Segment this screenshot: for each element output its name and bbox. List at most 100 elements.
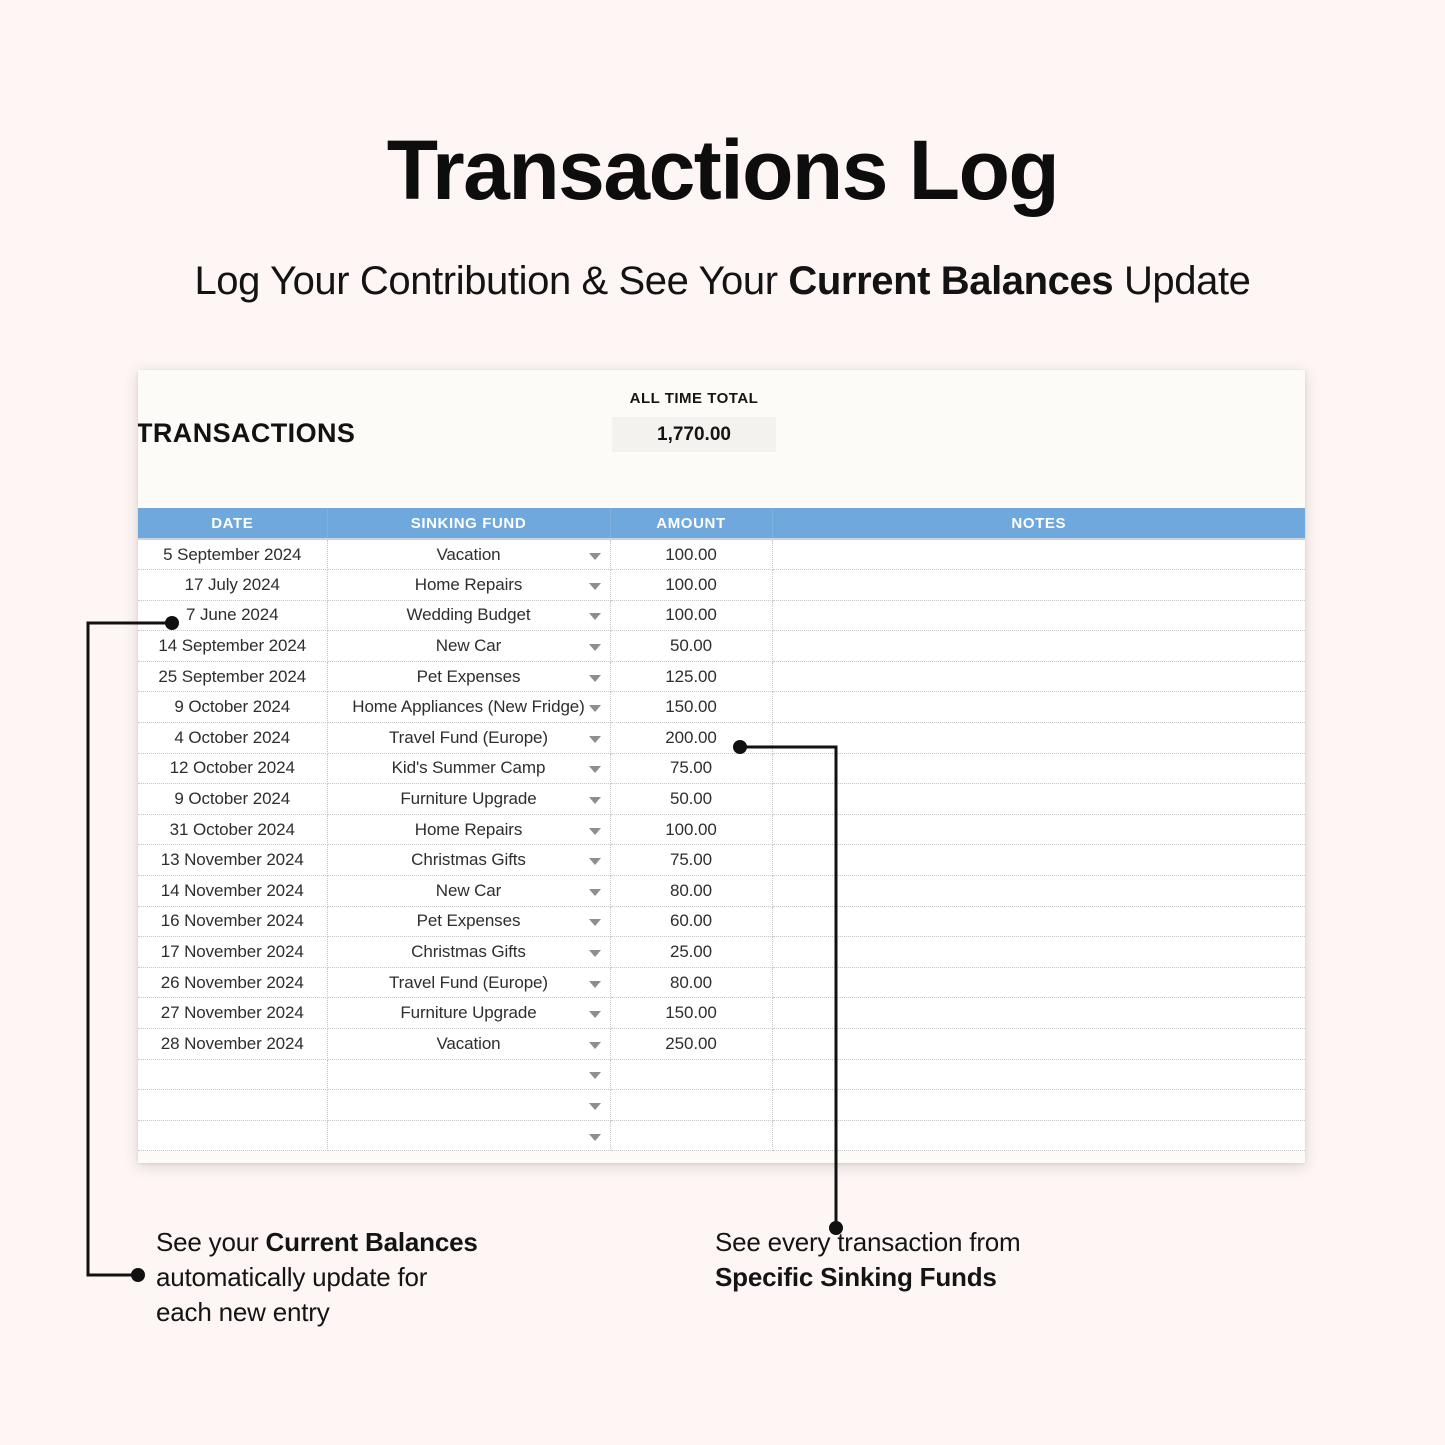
cell-date[interactable]: 14 November 2024 xyxy=(138,875,328,907)
cell-date[interactable]: 5 September 2024 xyxy=(138,538,328,571)
chevron-down-icon[interactable] xyxy=(588,858,601,866)
cell-sinking-fund[interactable]: Home Repairs xyxy=(327,569,611,601)
chevron-down-icon[interactable] xyxy=(588,797,601,805)
cell-notes[interactable] xyxy=(772,967,1305,999)
cell-sinking-fund[interactable]: Christmas Gifts xyxy=(327,936,611,968)
cell-date[interactable] xyxy=(138,1059,328,1091)
chevron-down-icon[interactable] xyxy=(588,1133,601,1141)
cell-date[interactable]: 27 November 2024 xyxy=(138,997,328,1029)
cell-amount[interactable]: 100.00 xyxy=(610,569,773,601)
chevron-down-icon[interactable] xyxy=(588,1011,601,1019)
chevron-down-icon[interactable] xyxy=(588,735,601,743)
chevron-down-icon[interactable] xyxy=(588,613,601,621)
cell-sinking-fund[interactable]: Furniture Upgrade xyxy=(327,783,611,815)
cell-amount[interactable]: 150.00 xyxy=(610,997,773,1029)
table-row[interactable]: 17 November 2024 Christmas Gifts 25.00 xyxy=(138,936,1305,968)
cell-notes[interactable] xyxy=(772,691,1305,724)
table-row[interactable]: 12 October 2024 Kid's Summer Camp 75.00 xyxy=(138,753,1305,785)
cell-date[interactable]: 26 November 2024 xyxy=(138,967,328,999)
cell-notes[interactable] xyxy=(772,722,1305,754)
cell-sinking-fund[interactable]: Christmas Gifts xyxy=(327,844,611,877)
cell-sinking-fund[interactable]: New Car xyxy=(327,630,611,662)
table-row[interactable]: 7 June 2024 Wedding Budget 100.00 xyxy=(138,600,1305,632)
cell-amount[interactable] xyxy=(610,1089,773,1121)
table-row[interactable]: 31 October 2024 Home Repairs 100.00 xyxy=(138,814,1305,846)
chevron-down-icon[interactable] xyxy=(588,1041,601,1049)
chevron-down-icon[interactable] xyxy=(588,827,601,835)
table-row[interactable]: 14 November 2024 New Car 80.00 xyxy=(138,875,1305,907)
table-row[interactable]: 26 November 2024 Travel Fund (Europe) 80.0… xyxy=(138,967,1305,999)
chevron-down-icon[interactable] xyxy=(588,582,601,590)
table-row[interactable]: 14 September 2024 New Car 50.00 xyxy=(138,630,1305,662)
cell-amount[interactable]: 100.00 xyxy=(610,538,773,571)
cell-notes[interactable] xyxy=(772,569,1305,601)
cell-date[interactable]: 25 September 2024 xyxy=(138,661,328,693)
table-row[interactable]: 27 November 2024 Furniture Upgrade 150.00 xyxy=(138,997,1305,1029)
cell-date[interactable]: 17 July 2024 xyxy=(138,569,328,601)
cell-date[interactable]: 28 November 2024 xyxy=(138,1028,328,1060)
column-header-sinking-fund[interactable]: SINKING FUND xyxy=(327,508,611,539)
cell-notes[interactable] xyxy=(772,1089,1305,1121)
table-row[interactable]: 16 November 2024 Pet Expenses 60.00 xyxy=(138,906,1305,938)
cell-amount[interactable]: 100.00 xyxy=(610,600,773,632)
cell-sinking-fund[interactable] xyxy=(327,1089,611,1121)
table-row[interactable] xyxy=(138,1120,1305,1152)
cell-notes[interactable] xyxy=(772,844,1305,877)
cell-date[interactable]: 14 September 2024 xyxy=(138,630,328,662)
cell-sinking-fund[interactable]: New Car xyxy=(327,875,611,907)
cell-date[interactable]: 31 October 2024 xyxy=(138,814,328,846)
cell-sinking-fund[interactable] xyxy=(327,1059,611,1091)
cell-amount[interactable]: 25.00 xyxy=(610,936,773,968)
cell-amount[interactable]: 100.00 xyxy=(610,814,773,846)
cell-sinking-fund[interactable]: Travel Fund (Europe) xyxy=(327,722,611,754)
cell-sinking-fund[interactable]: Home Appliances (New Fridge) xyxy=(327,691,611,724)
chevron-down-icon[interactable] xyxy=(588,888,601,896)
table-row[interactable]: 13 November 2024 Christmas Gifts 75.00 xyxy=(138,844,1305,877)
chevron-down-icon[interactable] xyxy=(588,980,601,988)
cell-date[interactable]: 9 October 2024 xyxy=(138,783,328,815)
cell-amount[interactable]: 75.00 xyxy=(610,844,773,877)
cell-sinking-fund[interactable]: Wedding Budget xyxy=(327,600,611,632)
chevron-down-icon[interactable] xyxy=(588,644,601,652)
cell-notes[interactable] xyxy=(772,661,1305,693)
table-row[interactable]: 5 September 2024 Vacation 100.00 xyxy=(138,538,1305,571)
cell-notes[interactable] xyxy=(772,997,1305,1029)
cell-notes[interactable] xyxy=(772,906,1305,938)
cell-sinking-fund[interactable]: Vacation xyxy=(327,538,611,571)
cell-sinking-fund[interactable] xyxy=(327,1120,611,1152)
cell-sinking-fund[interactable]: Furniture Upgrade xyxy=(327,997,611,1029)
cell-sinking-fund[interactable]: Home Repairs xyxy=(327,814,611,846)
cell-amount[interactable]: 75.00 xyxy=(610,753,773,785)
chevron-down-icon[interactable] xyxy=(588,674,601,682)
cell-amount[interactable]: 150.00 xyxy=(610,691,773,724)
cell-date[interactable]: 12 October 2024 xyxy=(138,753,328,785)
cell-notes[interactable] xyxy=(772,600,1305,632)
chevron-down-icon[interactable] xyxy=(588,552,601,560)
cell-date[interactable]: 17 November 2024 xyxy=(138,936,328,968)
cell-date[interactable]: 9 October 2024 xyxy=(138,691,328,724)
column-header-notes[interactable]: NOTES xyxy=(772,508,1305,539)
chevron-down-icon[interactable] xyxy=(588,950,601,958)
chevron-down-icon[interactable] xyxy=(588,1072,601,1080)
cell-amount[interactable]: 60.00 xyxy=(610,906,773,938)
table-row[interactable] xyxy=(138,1089,1305,1121)
chevron-down-icon[interactable] xyxy=(588,705,601,713)
cell-date[interactable]: 4 October 2024 xyxy=(138,722,328,754)
cell-sinking-fund[interactable]: Pet Expenses xyxy=(327,906,611,938)
cell-date[interactable]: 16 November 2024 xyxy=(138,906,328,938)
cell-amount[interactable]: 80.00 xyxy=(610,967,773,999)
column-header-amount[interactable]: AMOUNT xyxy=(610,508,773,539)
cell-notes[interactable] xyxy=(772,753,1305,785)
table-row[interactable]: 25 September 2024 Pet Expenses 125.00 xyxy=(138,661,1305,693)
cell-notes[interactable] xyxy=(772,1059,1305,1091)
cell-amount[interactable] xyxy=(610,1059,773,1091)
cell-notes[interactable] xyxy=(772,814,1305,846)
cell-date[interactable] xyxy=(138,1120,328,1152)
cell-notes[interactable] xyxy=(772,936,1305,968)
table-row[interactable] xyxy=(138,1059,1305,1091)
cell-amount[interactable]: 250.00 xyxy=(610,1028,773,1060)
cell-sinking-fund[interactable]: Pet Expenses xyxy=(327,661,611,693)
chevron-down-icon[interactable] xyxy=(588,919,601,927)
cell-notes[interactable] xyxy=(772,783,1305,815)
cell-date[interactable]: 7 June 2024 xyxy=(138,600,328,632)
